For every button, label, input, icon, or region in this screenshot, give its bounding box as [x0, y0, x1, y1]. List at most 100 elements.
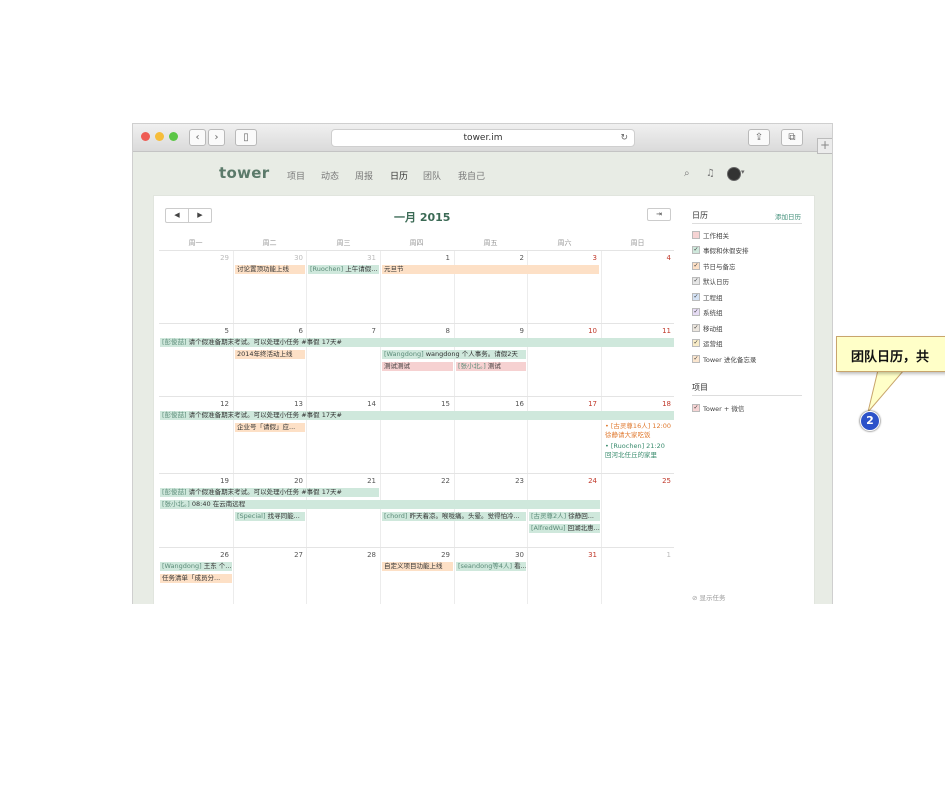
- nav-activity[interactable]: 动态: [321, 169, 339, 182]
- next-month-button[interactable]: ▶: [189, 209, 211, 222]
- day-number[interactable]: 29: [380, 551, 450, 559]
- day-number[interactable]: 23: [454, 477, 524, 485]
- calendar-event[interactable]: [张小北。] 08:40 在云南远程: [160, 500, 600, 509]
- day-number[interactable]: 13: [233, 400, 303, 408]
- calendar-event[interactable]: [彭俊喆] 请个假准备期末考试。可以处理小任务 #事假 17天#: [160, 411, 674, 420]
- day-number[interactable]: 14: [306, 400, 376, 408]
- day-number[interactable]: 27: [233, 551, 303, 559]
- today-button[interactable]: ⇥: [647, 208, 671, 221]
- day-number[interactable]: 6: [233, 327, 303, 335]
- day-number[interactable]: 18: [601, 400, 671, 408]
- project-checkbox[interactable]: ✓: [692, 404, 700, 412]
- day-number[interactable]: 30: [233, 254, 303, 262]
- calendar-event[interactable]: • [Ruochen] 21:20 回河北任丘的家里: [603, 442, 673, 460]
- calendar-checkbox[interactable]: ✓: [692, 339, 700, 347]
- calendar-event[interactable]: • [古灵尊16人] 12:00 徐静请大家吃饭: [603, 422, 673, 440]
- calendar-item-label[interactable]: 运营组: [703, 338, 723, 348]
- show-tasks-toggle[interactable]: ⊘ 显示任务: [692, 592, 726, 602]
- day-number[interactable]: 8: [380, 327, 450, 335]
- calendar-item-label[interactable]: 工程组: [703, 292, 723, 302]
- calendar-event[interactable]: [彭俊喆] 请个假准备期末考试。可以处理小任务 #事假 17天#: [160, 338, 674, 347]
- calendar-item-label[interactable]: 工作相关: [703, 230, 729, 240]
- nav-weekly-report[interactable]: 周报: [355, 169, 373, 182]
- calendar-event[interactable]: 企业号「请假」应...: [235, 423, 305, 432]
- day-number[interactable]: 7: [306, 327, 376, 335]
- calendar-event[interactable]: [张小北。] 测试: [456, 362, 526, 371]
- calendar-event[interactable]: 元旦节: [382, 265, 599, 274]
- calendar-checkbox[interactable]: ✓: [692, 246, 700, 254]
- minimize-window-button[interactable]: [155, 132, 164, 141]
- sidebar-toggle-icon[interactable]: ▯: [235, 129, 257, 146]
- calendar-checkbox[interactable]: ✓: [692, 308, 700, 316]
- day-number[interactable]: 29: [159, 254, 229, 262]
- day-number[interactable]: 15: [380, 400, 450, 408]
- calendar-checkbox[interactable]: [692, 231, 700, 239]
- day-number[interactable]: 12: [159, 400, 229, 408]
- day-number[interactable]: 1: [601, 551, 671, 559]
- calendar-event[interactable]: [古灵尊2人] 徐静回...: [529, 512, 600, 521]
- search-icon[interactable]: ⌕: [684, 168, 690, 179]
- calendar-item-label[interactable]: 系统组: [703, 307, 723, 317]
- tower-logo[interactable]: tower: [219, 164, 269, 182]
- calendar-checkbox[interactable]: ✓: [692, 355, 700, 363]
- address-bar[interactable]: tower.im ↻: [331, 129, 635, 147]
- nav-me[interactable]: 我自己: [458, 169, 485, 182]
- nav-team[interactable]: 团队: [423, 169, 441, 182]
- zoom-window-button[interactable]: [169, 132, 178, 141]
- day-number[interactable]: 25: [601, 477, 671, 485]
- day-number[interactable]: 2: [454, 254, 524, 262]
- day-number[interactable]: 19: [159, 477, 229, 485]
- calendar-event[interactable]: 测试测试: [382, 362, 453, 371]
- nav-projects[interactable]: 项目: [287, 169, 305, 182]
- day-number[interactable]: 4: [601, 254, 671, 262]
- calendar-checkbox[interactable]: ✓: [692, 293, 700, 301]
- forward-button[interactable]: ›: [208, 129, 225, 146]
- day-number[interactable]: 5: [159, 327, 229, 335]
- reload-icon[interactable]: ↻: [620, 130, 628, 146]
- calendar-event[interactable]: [Wangdong] 王东 个...: [160, 562, 232, 571]
- day-number[interactable]: 22: [380, 477, 450, 485]
- calendar-item-label[interactable]: Tower 进化备忘录: [703, 354, 756, 364]
- calendar-event[interactable]: [chord] 昨天着凉。喉咙痛。头晕。觉得怕冷...: [382, 512, 526, 521]
- day-number[interactable]: 31: [527, 551, 597, 559]
- day-number[interactable]: 24: [527, 477, 597, 485]
- chevron-down-icon[interactable]: ▾: [741, 168, 745, 176]
- day-number[interactable]: 26: [159, 551, 229, 559]
- add-calendar-link[interactable]: 添加日历: [775, 211, 801, 221]
- back-button[interactable]: ‹: [189, 129, 206, 146]
- calendar-item-label[interactable]: 移动组: [703, 323, 723, 333]
- calendar-checkbox[interactable]: ✓: [692, 277, 700, 285]
- calendar-event[interactable]: [Ruochen] 上午请假...: [308, 265, 379, 274]
- avatar[interactable]: [727, 167, 741, 181]
- calendar-event[interactable]: [Wangdong] wangdong 个人事务。请假2天: [382, 350, 526, 359]
- day-number[interactable]: 31: [306, 254, 376, 262]
- calendar-item-label[interactable]: 默认日历: [703, 276, 729, 286]
- day-number[interactable]: 16: [454, 400, 524, 408]
- day-number[interactable]: 28: [306, 551, 376, 559]
- share-icon[interactable]: ⇪: [748, 129, 770, 146]
- close-window-button[interactable]: [141, 132, 150, 141]
- day-number[interactable]: 17: [527, 400, 597, 408]
- tabs-overview-icon[interactable]: ⧉: [781, 129, 803, 146]
- calendar-event[interactable]: [彭俊喆] 请个假准备期末考试。可以处理小任务 #事假 17天#: [160, 488, 379, 497]
- bell-icon[interactable]: ♫: [706, 168, 715, 179]
- day-number[interactable]: 3: [527, 254, 597, 262]
- nav-calendar[interactable]: 日历: [390, 169, 408, 182]
- calendar-checkbox[interactable]: ✓: [692, 262, 700, 270]
- calendar-event[interactable]: 自定义项目功能上线: [382, 562, 453, 571]
- prev-month-button[interactable]: ◀: [166, 209, 189, 222]
- day-number[interactable]: 9: [454, 327, 524, 335]
- day-number[interactable]: 20: [233, 477, 303, 485]
- calendar-event[interactable]: 2014年终活动上线: [235, 350, 305, 359]
- day-number[interactable]: 30: [454, 551, 524, 559]
- project-item-label[interactable]: Tower + 微信: [703, 403, 744, 413]
- calendar-event[interactable]: 讨论置顶功能上线: [235, 265, 305, 274]
- calendar-event[interactable]: 任务清单「成员分...: [160, 574, 232, 583]
- day-number[interactable]: 11: [601, 327, 671, 335]
- day-number[interactable]: 1: [380, 254, 450, 262]
- calendar-event[interactable]: [Special] 找寻同能...: [235, 512, 305, 521]
- calendar-item-label[interactable]: 节日与备忘: [703, 261, 736, 271]
- calendar-event[interactable]: [AlfredWu] 回湖北惠...: [529, 524, 600, 533]
- day-number[interactable]: 21: [306, 477, 376, 485]
- calendar-event[interactable]: [seandong等4人] 看...: [456, 562, 526, 571]
